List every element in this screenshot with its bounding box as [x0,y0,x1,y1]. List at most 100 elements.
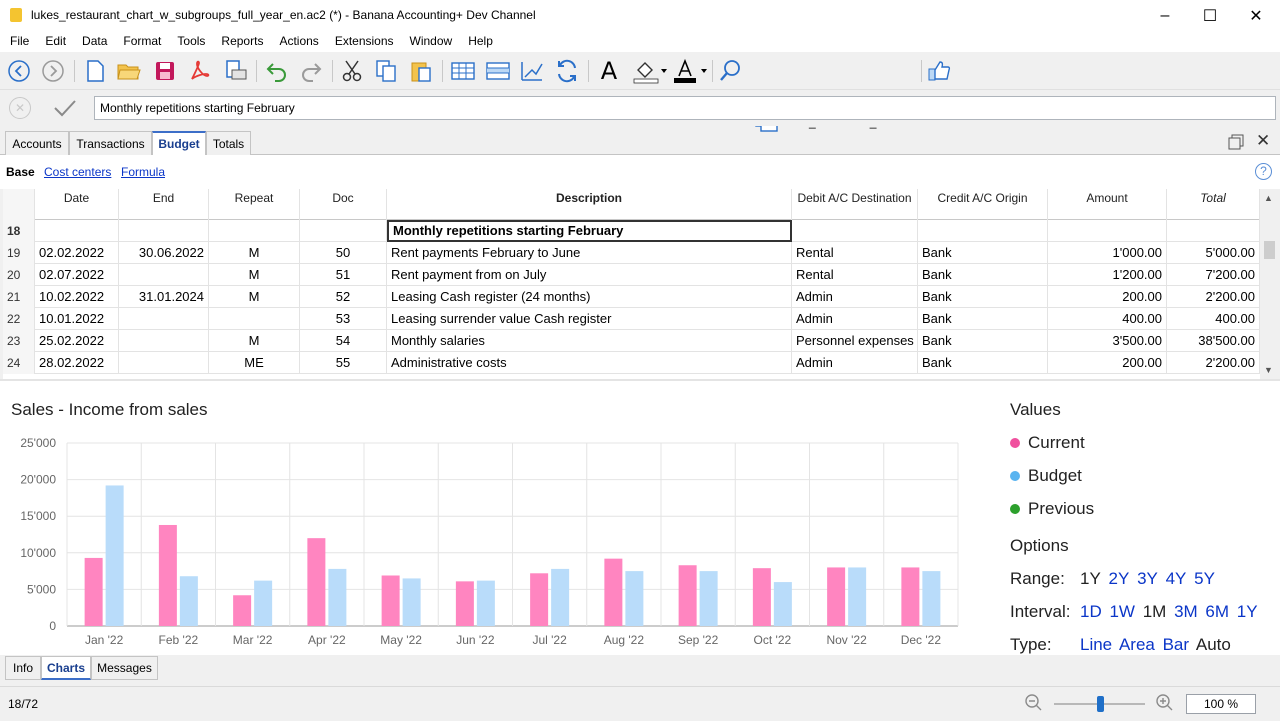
cell-repeat[interactable]: M [209,242,300,264]
cell-description[interactable]: Rent payment from on July [387,264,792,286]
menu-actions[interactable]: Actions [271,31,326,52]
type-line[interactable]: Line [1080,635,1112,654]
cell-amount[interactable]: 200.00 [1048,352,1167,374]
new-file-icon[interactable] [80,56,110,86]
range-1y[interactable]: 1Y [1080,569,1101,588]
cell-description-selected[interactable]: Monthly repetitions starting February [387,220,792,242]
menu-tools[interactable]: Tools [169,31,213,52]
cell-doc[interactable]: 51 [300,264,387,286]
table-row[interactable]: 18 Monthly repetitions starting February [3,220,1260,242]
menu-window[interactable]: Window [402,31,461,52]
check-accounting-icon[interactable] [517,56,547,86]
view-base[interactable]: Base [6,165,35,179]
header-amount[interactable]: Amount [1048,189,1167,220]
cell-debit[interactable]: Rental [792,264,918,286]
legend-budget[interactable]: Budget [1010,466,1082,486]
cell-end[interactable] [119,308,209,330]
cell-doc[interactable]: 53 [300,308,387,330]
range-4y[interactable]: 4Y [1166,569,1187,588]
restore-pane-icon[interactable] [1228,134,1244,150]
header-debit[interactable]: Debit A/C Destination [792,189,918,220]
header-end[interactable]: End [119,189,209,220]
range-3y[interactable]: 3Y [1137,569,1158,588]
close-window-button[interactable]: ✕ [1233,0,1279,31]
font-icon[interactable]: A [594,56,624,86]
text-color-icon[interactable] [670,56,710,86]
table-row[interactable]: 23 25.02.2022 M 54 Monthly salaries Pers… [3,330,1260,352]
cell-description[interactable]: Leasing surrender value Cash register [387,308,792,330]
cell-date[interactable]: 25.02.2022 [35,330,119,352]
menu-data[interactable]: Data [74,31,115,52]
close-pane-icon[interactable]: ✕ [1256,132,1272,149]
cell-end[interactable] [119,352,209,374]
tab-messages[interactable]: Messages [91,656,158,680]
zoom-slider-thumb[interactable] [1097,696,1104,712]
cell-credit[interactable]: Bank [918,330,1048,352]
cell-credit[interactable]: Bank [918,352,1048,374]
cell-amount[interactable]: 1'000.00 [1048,242,1167,264]
cell-end[interactable] [119,220,209,242]
menu-format[interactable]: Format [115,31,169,52]
legend-previous[interactable]: Previous [1010,499,1094,519]
fill-color-icon[interactable] [630,56,670,86]
open-folder-icon[interactable] [114,56,144,86]
redo-icon[interactable] [296,56,326,86]
cell-date[interactable]: 10.02.2022 [35,286,119,308]
header-date[interactable]: Date [35,189,119,220]
cell-doc[interactable]: 52 [300,286,387,308]
cell-end[interactable] [119,264,209,286]
menu-file[interactable]: File [2,31,37,52]
recalculate-icon[interactable] [552,56,582,86]
cell-debit[interactable]: Personnel expenses [792,330,918,352]
interval-1y[interactable]: 1Y [1237,602,1258,621]
interval-1d[interactable]: 1D [1080,602,1102,621]
cell-debit[interactable]: Admin [792,308,918,330]
interval-6m[interactable]: 6M [1205,602,1229,621]
pdf-icon[interactable] [184,56,214,86]
back-icon[interactable] [4,56,34,86]
tab-transactions[interactable]: Transactions [69,131,152,155]
save-icon[interactable] [150,56,180,86]
header-total[interactable]: Total [1167,189,1260,220]
cell-amount[interactable]: 400.00 [1048,308,1167,330]
cell-repeat[interactable]: M [209,264,300,286]
cell-description[interactable]: Rent payments February to June [387,242,792,264]
cell-credit[interactable]: Bank [918,286,1048,308]
range-5y[interactable]: 5Y [1194,569,1215,588]
cell-description[interactable]: Leasing Cash register (24 months) [387,286,792,308]
cell-doc[interactable]: 50 [300,242,387,264]
header-repeat[interactable]: Repeat [209,189,300,220]
cell-repeat[interactable]: ME [209,352,300,374]
copy-icon[interactable] [371,56,401,86]
cell-repeat[interactable] [209,308,300,330]
cell-credit[interactable] [918,220,1048,242]
tab-accounts[interactable]: Accounts [5,131,69,155]
cell-credit[interactable]: Bank [918,242,1048,264]
interval-1w[interactable]: 1W [1109,602,1135,621]
table-row[interactable]: 21 10.02.2022 31.01.2024 M 52 Leasing Ca… [3,286,1260,308]
cut-icon[interactable] [337,56,367,86]
scroll-thumb[interactable] [1264,241,1275,259]
cell-date[interactable]: 10.01.2022 [35,308,119,330]
cancel-edit-icon[interactable]: ✕ [9,97,31,119]
cell-date[interactable]: 28.02.2022 [35,352,119,374]
search-icon[interactable] [716,56,746,86]
cell-description[interactable]: Monthly salaries [387,330,792,352]
cell-date[interactable]: 02.02.2022 [35,242,119,264]
confirm-edit-icon[interactable] [52,96,78,120]
cell-edit-input[interactable]: Monthly repetitions starting February [94,96,1276,120]
cell-description[interactable]: Administrative costs [387,352,792,374]
cell-date[interactable]: 02.07.2022 [35,264,119,286]
cell-doc[interactable] [300,220,387,242]
tab-info[interactable]: Info [5,656,41,680]
table-row[interactable]: 20 02.07.2022 M 51 Rent payment from on … [3,264,1260,286]
table-row[interactable]: 22 10.01.2022 53 Leasing surrender value… [3,308,1260,330]
menu-help[interactable]: Help [460,31,501,52]
menu-edit[interactable]: Edit [37,31,74,52]
table-row[interactable]: 24 28.02.2022 ME 55 Administrative costs… [3,352,1260,374]
cell-credit[interactable]: Bank [918,308,1048,330]
tab-totals[interactable]: Totals [206,131,251,155]
cell-debit[interactable]: Admin [792,286,918,308]
menu-reports[interactable]: Reports [213,31,271,52]
undo-icon[interactable] [262,56,292,86]
